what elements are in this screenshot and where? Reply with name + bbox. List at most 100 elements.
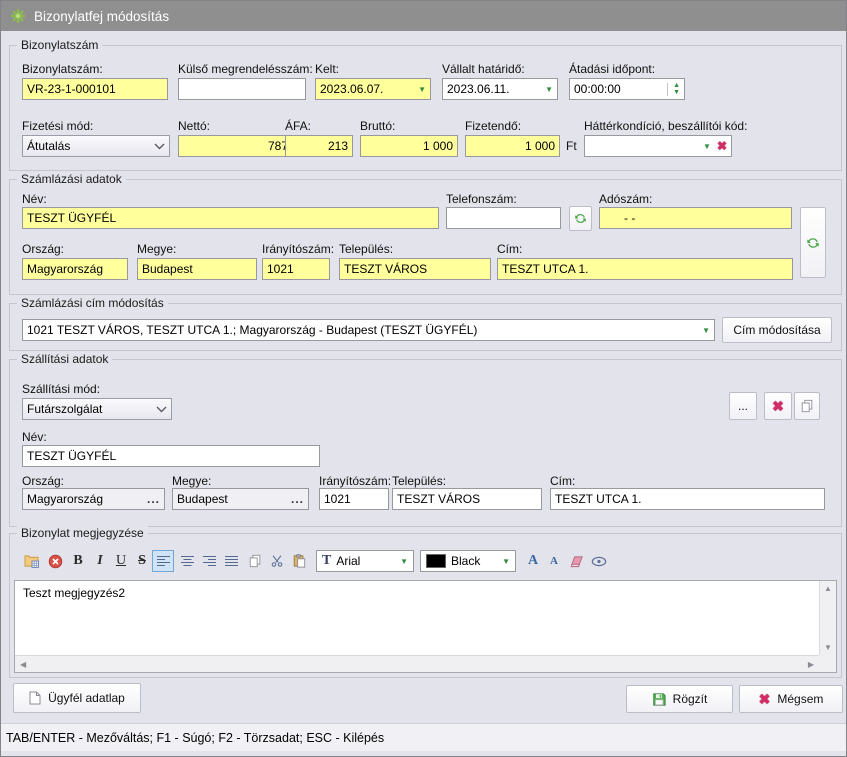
copy-shipping-button[interactable] [794,392,820,420]
scroll-left-icon[interactable]: ◀ [20,660,26,669]
font-family-value: Arial [336,554,360,568]
szamlazasi-orszag-input[interactable]: Magyarország [22,258,128,280]
szallitasi-megye-picker[interactable]: Budapest ... [172,488,309,510]
szallitasi-cim-input[interactable]: TESZT UTCA 1. [550,488,825,510]
status-text: TAB/ENTER - Mezőváltás; F1 - Súgó; F2 - … [6,731,384,745]
telefon-refresh-button[interactable] [569,206,592,231]
kelt-date-picker[interactable]: 2023.06.07. ▼ [315,78,431,100]
delete-icon: ✖ [772,399,784,413]
comment-editor: Teszt megjegyzés2 ▲ ▼ ◀ ▶ [14,580,837,673]
comment-textarea[interactable]: Teszt megjegyzés2 [15,581,819,655]
afa-input[interactable]: 213 [285,135,353,157]
vertical-scrollbar[interactable]: ▲ ▼ [819,581,836,655]
ellipsis-icon[interactable]: ... [291,492,304,506]
szamlazasi-cim-input[interactable]: TESZT UTCA 1. [497,258,793,280]
szamlazasi-megye-input[interactable]: Budapest [137,258,257,280]
chevron-down-icon[interactable]: ▼ [414,85,426,94]
browse-button[interactable]: ... [729,392,757,420]
vallalt-hatarido-date-picker[interactable]: 2023.06.11. ▼ [442,78,558,100]
paste-button[interactable] [288,550,310,572]
underline-button[interactable]: U [110,550,132,572]
chevron-down-icon [154,143,165,150]
szamlazasi-irsz-label: Irányítószám: [262,242,334,256]
bizonylatszam-input[interactable]: VR-23-1-000101 [22,78,168,100]
cancel-button[interactable] [44,550,66,572]
szamlazasi-telepules-input[interactable]: TESZT VÁROS [339,258,491,280]
szallitasi-megye-value: Budapest [177,492,228,506]
brutto-input[interactable]: 1 000 [360,135,458,157]
atadasi-idopont-input[interactable]: 00:00:00 ▲ ▼ [569,78,685,100]
cim-modositasa-button[interactable]: Cím módosítása [722,317,832,343]
align-left-icon [157,556,170,567]
group-szallitasi-adatok: Szállítási adatok Szállítási mód: Futárs… [9,359,842,527]
chevron-down-icon[interactable]: ▼ [699,142,711,151]
afa-label: ÁFA: [285,119,311,133]
bold-icon: B [73,553,82,569]
increase-font-button[interactable]: A [522,550,544,572]
telefonszam-input[interactable] [446,207,561,229]
group-bizonylatszam: Bizonylatszám Bizonylatszám: VR-23-1-000… [9,45,842,171]
scroll-up-icon[interactable]: ▲ [824,584,832,593]
szallitasi-nev-input[interactable]: TESZT ÜGYFÉL [22,445,320,467]
megsem-button[interactable]: ✖ Mégsem [739,685,843,713]
szamlazasi-nev-input[interactable]: TESZT ÜGYFÉL [22,207,439,229]
italic-button[interactable]: I [89,550,111,572]
szallitasi-mod-select[interactable]: Futárszolgálat [22,398,172,420]
open-file-button[interactable] [20,550,42,572]
ugyfel-adatlap-button[interactable]: Ügyfél adatlap [13,683,141,713]
kulso-megrendelesszam-label: Külső megrendelésszám: [178,62,313,76]
cim-refresh-button[interactable] [800,207,826,278]
telefonszam-label: Telefonszám: [446,192,517,206]
hatterkondicio-select[interactable]: ▼ ✖ [584,135,732,157]
group-szamlazasi-title: Számlázási adatok [17,172,126,187]
kelt-value: 2023.06.07. [320,82,383,96]
clear-formatting-button[interactable] [566,550,588,572]
font-family-select[interactable]: T Arial ▼ [316,550,414,572]
rogzit-button[interactable]: Rögzít [626,685,733,713]
decrease-font-button[interactable]: A [543,550,565,572]
copy-button[interactable] [244,550,266,572]
window-title: Bizonylatfej módosítás [34,9,169,24]
align-justify-button[interactable] [220,550,242,572]
align-left-button[interactable] [152,550,174,572]
scroll-down-icon[interactable]: ▼ [824,643,832,652]
fizetesi-mod-select[interactable]: Átutalás [22,135,170,157]
comment-text: Teszt megjegyzés2 [23,586,125,600]
szallitasi-telepules-input[interactable]: TESZT VÁROS [392,488,542,510]
chevron-down-icon: ▼ [498,557,510,566]
netto-input[interactable]: 787 [178,135,293,157]
szamlazasi-cim-select[interactable]: 1021 TESZT VÁROS, TESZT UTCA 1.; Magyaro… [22,319,715,341]
save-icon [652,692,666,706]
align-center-icon [181,556,194,567]
kulso-megrendelesszam-input[interactable] [178,78,306,100]
chevron-down-icon[interactable]: ▼ [541,85,553,94]
spinner-down-icon[interactable]: ▼ [673,90,680,96]
ellipsis-icon[interactable]: ... [147,492,160,506]
szallitasi-irsz-input[interactable]: 1021 [319,488,389,510]
szamlazasi-nev-label: Név: [22,192,47,206]
align-center-button[interactable] [176,550,198,572]
cut-button[interactable] [266,550,288,572]
clear-icon[interactable]: ✖ [717,140,727,152]
szallitasi-orszag-picker[interactable]: Magyarország ... [22,488,165,510]
spinner-up-icon[interactable]: ▲ [673,83,680,89]
group-szallitasi-title: Szállítási adatok [17,352,112,367]
fizetendo-input[interactable]: 1 000 [465,135,560,157]
align-right-button[interactable] [198,550,220,572]
adoszam-input[interactable]: - - [599,207,792,229]
strikethrough-button[interactable]: S [131,550,153,572]
scroll-right-icon[interactable]: ▶ [808,660,814,669]
vallalt-hatarido-value: 2023.06.11. [447,82,510,96]
bold-button[interactable]: B [67,550,89,572]
increase-font-icon: A [528,553,538,569]
szamlazasi-orszag-label: Ország: [22,242,64,256]
delete-shipping-button[interactable]: ✖ [764,392,792,420]
szamlazasi-irsz-input[interactable]: 1021 [262,258,330,280]
copy-icon [248,554,262,568]
italic-icon: I [97,553,102,569]
font-color-select[interactable]: Black ▼ [420,550,516,572]
horizontal-scrollbar[interactable]: ◀ ▶ [15,655,819,672]
chevron-down-icon[interactable]: ▼ [698,326,710,335]
preview-button[interactable] [588,550,610,572]
szamlazasi-cim-select-value: 1021 TESZT VÁROS, TESZT UTCA 1.; Magyaro… [27,323,477,337]
